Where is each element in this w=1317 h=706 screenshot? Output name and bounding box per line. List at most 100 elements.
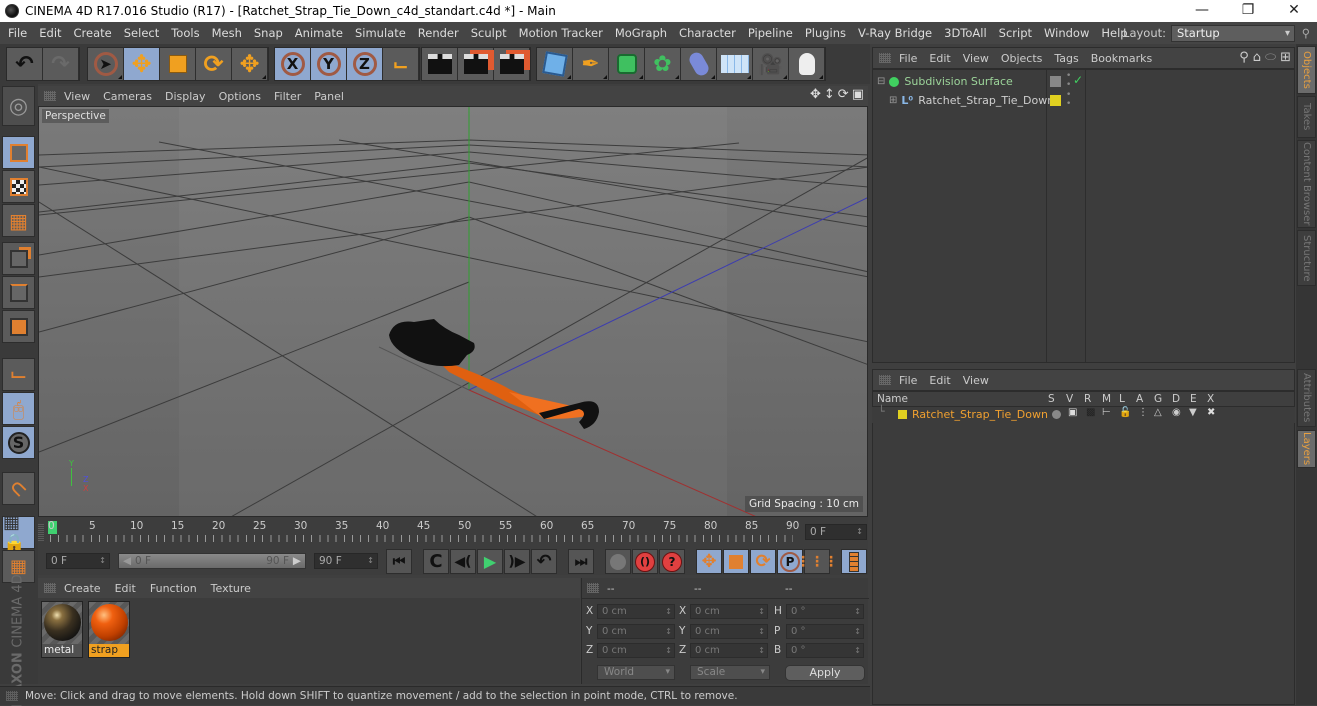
timeline-window-button[interactable] <box>841 549 867 574</box>
workplane-mode-button[interactable]: ▦ <box>2 204 35 237</box>
layer-menu-view[interactable]: View <box>963 374 989 387</box>
column-manager[interactable]: M <box>1102 393 1111 405</box>
menu-render[interactable]: Render <box>412 22 465 44</box>
material-menu-create[interactable]: Create <box>64 582 101 595</box>
menu-3dtoall[interactable]: 3DToAll <box>938 22 993 44</box>
key-rotation-button[interactable]: ⟳ <box>750 549 776 574</box>
close-button[interactable]: ✕ <box>1271 0 1317 22</box>
column-view[interactable]: V <box>1066 393 1073 405</box>
cloner-button[interactable]: ✿ <box>645 48 680 80</box>
key-point-level-button[interactable]: ⋮⋮⋮ <box>796 549 838 574</box>
link-icon[interactable]: ⬭ <box>1265 50 1276 65</box>
collapse-icon[interactable]: ⊟ <box>877 76 885 87</box>
animation-toggle-icon[interactable]: ⋮ <box>1138 407 1148 418</box>
apply-button[interactable]: Apply <box>785 665 865 681</box>
scale-button[interactable] <box>160 48 195 80</box>
column-name[interactable]: Name <box>877 393 908 405</box>
new-window-icon[interactable]: ⊞ <box>1280 50 1291 65</box>
column-solo[interactable]: S <box>1048 393 1055 405</box>
floor-button[interactable] <box>717 48 752 80</box>
key-scale-button[interactable] <box>723 549 749 574</box>
viewport-menu-view[interactable]: View <box>64 90 90 103</box>
position-z-field[interactable]: 0 cm ↕ <box>597 643 675 658</box>
maximize-view-icon[interactable]: ▣ <box>852 87 864 102</box>
column-animation[interactable]: A <box>1136 393 1143 405</box>
menu-edit[interactable]: Edit <box>33 22 67 44</box>
coordinate-space-dropdown[interactable]: World <box>597 665 675 680</box>
panel-grip[interactable] <box>6 691 18 701</box>
material-menu-texture[interactable]: Texture <box>211 582 251 595</box>
coordinate-system-button[interactable]: ⌙ <box>383 48 418 80</box>
viewport-menu-filter[interactable]: Filter <box>274 90 301 103</box>
recent-tool-button[interactable]: ✥ <box>232 48 267 80</box>
object-row-subdivision-surface[interactable]: ⊟ Subdivision Surface • • ✓ <box>873 72 1294 91</box>
timeline-ruler[interactable]: 0 5 10 15 20 25 30 35 40 45 50 55 60 65 70 75 80 85 90 0 F… <box>38 517 868 547</box>
column-deformers[interactable]: D <box>1172 393 1180 405</box>
search-icon[interactable]: ⚲ <box>1239 50 1249 65</box>
start-frame-field[interactable]: 0 F ↕ <box>46 553 110 569</box>
menu-file[interactable]: File <box>0 22 33 44</box>
rotation-b-field[interactable]: 0 ° ↕ <box>786 643 864 658</box>
model-mode-button[interactable] <box>2 136 35 169</box>
rotation-p-field[interactable]: 0 ° ↕ <box>786 624 864 639</box>
menu-character[interactable]: Character <box>673 22 742 44</box>
menu-animate[interactable]: Animate <box>289 22 349 44</box>
search-icon[interactable]: ⚲ <box>1295 26 1317 40</box>
play-button[interactable]: ▶ <box>477 549 503 574</box>
position-y-field[interactable]: 0 cm ↕ <box>597 624 675 639</box>
menu-script[interactable]: Script <box>993 22 1038 44</box>
object-name[interactable]: Subdivision Surface <box>904 75 1012 88</box>
visibility-dots-icon[interactable]: • • <box>1066 72 1071 90</box>
tab-takes[interactable]: Takes <box>1297 96 1316 138</box>
keyframe-selection-button[interactable]: ? <box>659 549 685 574</box>
menu-vray-bridge[interactable]: V-Ray Bridge <box>852 22 938 44</box>
dolly-view-icon[interactable]: ↕ <box>824 87 835 102</box>
menu-pipeline[interactable]: Pipeline <box>742 22 799 44</box>
next-key-button[interactable]: ↶ <box>531 549 557 574</box>
go-to-start-button[interactable]: ⏮ <box>386 549 412 574</box>
material-menu-edit[interactable]: Edit <box>115 582 136 595</box>
expressions-toggle-icon[interactable]: ▼ <box>1189 407 1197 418</box>
live-selection-button[interactable]: ➤ <box>88 48 123 80</box>
layer-row[interactable]: └ Ratchet_Strap_Tie_Down ▣ ▩ ⊢ 🔓 ⋮ △ ◉ ▼… <box>872 405 1295 423</box>
key-position-button[interactable]: ✥ <box>696 549 722 574</box>
column-render[interactable]: R <box>1084 393 1091 405</box>
points-mode-button[interactable] <box>2 242 35 275</box>
menu-sculpt[interactable]: Sculpt <box>465 22 513 44</box>
previous-frame-button[interactable]: ◀( <box>450 549 476 574</box>
panel-grip[interactable] <box>587 583 599 593</box>
autokeying-button[interactable]: () <box>632 549 658 574</box>
layout-dropdown[interactable]: Startup <box>1171 24 1295 42</box>
layer-name[interactable]: Ratchet_Strap_Tie_Down <box>912 408 1048 421</box>
render-picture-viewer-button[interactable] <box>458 48 493 80</box>
tab-structure[interactable]: Structure <box>1297 230 1316 286</box>
xref-toggle-icon[interactable]: ✖ <box>1207 407 1215 418</box>
panel-grip[interactable] <box>879 375 891 385</box>
texture-mode-button[interactable] <box>2 170 35 203</box>
menu-create[interactable]: Create <box>68 22 118 44</box>
end-frame-field[interactable]: 90 F ↕ <box>314 553 378 569</box>
material-menu-function[interactable]: Function <box>150 582 197 595</box>
viewport-perspective[interactable]: Perspective Y Z X Grid Spacing : 10 cm <box>38 106 868 517</box>
orbit-view-icon[interactable]: ⟳ <box>838 87 849 102</box>
transform-mode-dropdown[interactable]: Scale <box>690 665 770 680</box>
redo-button[interactable]: ↷ <box>43 48 78 80</box>
size-z-field[interactable]: 0 cm ↕ <box>690 643 768 658</box>
generators-toggle-icon[interactable]: △ <box>1154 407 1162 418</box>
tab-layers[interactable]: Layers <box>1297 430 1316 468</box>
menu-tools[interactable]: Tools <box>165 22 205 44</box>
viewport-menu-options[interactable]: Options <box>219 90 261 103</box>
panel-grip[interactable] <box>879 53 891 63</box>
menu-snap[interactable]: Snap <box>248 22 289 44</box>
object-menu-edit[interactable]: Edit <box>929 52 950 65</box>
move-button[interactable]: ✥ <box>124 48 159 80</box>
material-metal[interactable]: metal <box>41 601 83 658</box>
axis-mode-button[interactable]: ⌙ <box>2 358 35 391</box>
cube-button[interactable] <box>537 48 572 80</box>
size-y-field[interactable]: 0 cm ↕ <box>690 624 768 639</box>
layer-menu-file[interactable]: File <box>899 374 917 387</box>
z-axis-button[interactable]: Z <box>347 48 382 80</box>
previous-key-button[interactable]: C <box>423 549 449 574</box>
layer-tag-icon[interactable] <box>1050 76 1061 87</box>
layer-menu-edit[interactable]: Edit <box>929 374 950 387</box>
